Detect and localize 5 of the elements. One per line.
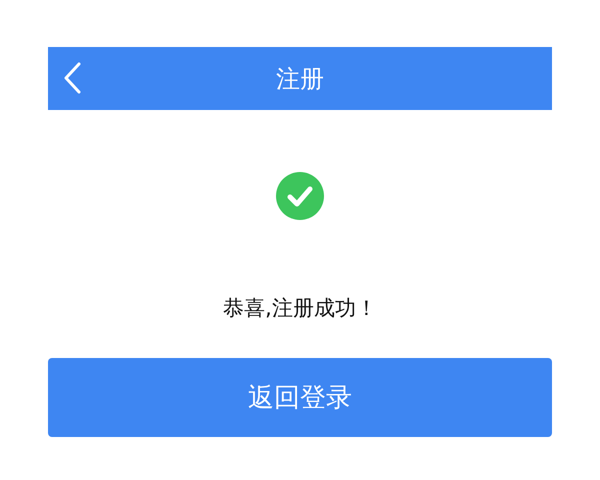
page-title: 注册: [276, 64, 324, 94]
success-check-icon: [276, 172, 324, 220]
back-to-login-button[interactable]: 返回登录: [48, 358, 552, 437]
success-message: 恭喜,注册成功！: [223, 295, 377, 322]
back-icon[interactable]: [62, 62, 82, 94]
